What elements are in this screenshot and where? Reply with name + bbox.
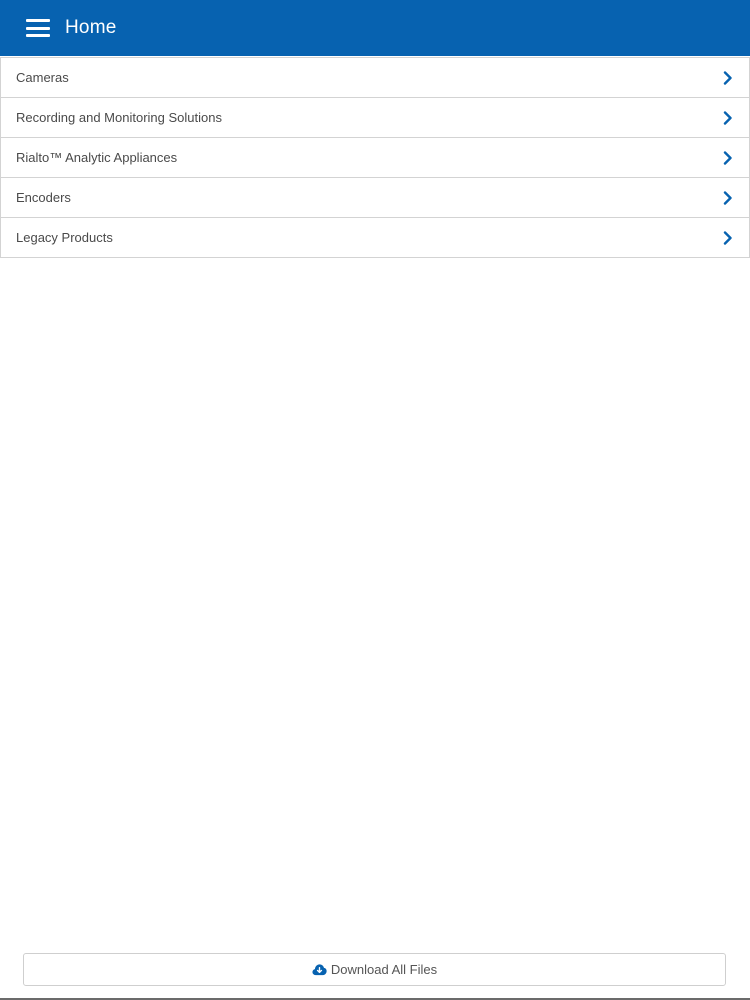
list-item-cameras[interactable]: Cameras (1, 58, 749, 98)
list-item-label: Rialto™ Analytic Appliances (16, 150, 178, 165)
list-item-label: Legacy Products (16, 230, 113, 245)
cloud-download-icon (312, 964, 327, 976)
chevron-right-icon (723, 230, 732, 245)
list-item-label: Recording and Monitoring Solutions (16, 110, 222, 125)
hamburger-menu-icon[interactable] (26, 19, 50, 37)
list-item-rialto-analytic-appliances[interactable]: Rialto™ Analytic Appliances (1, 138, 749, 178)
download-all-files-label: Download All Files (330, 962, 438, 977)
top-app-bar: Home (0, 0, 750, 56)
download-all-files-button[interactable]: Download All Files (23, 953, 726, 986)
list-item-label: Encoders (16, 190, 71, 205)
list-item-label: Cameras (16, 70, 69, 85)
chevron-right-icon (723, 150, 732, 165)
menu-icon-line (26, 19, 50, 22)
chevron-right-icon (723, 190, 732, 205)
chevron-right-icon (723, 70, 732, 85)
app-screen: Home Cameras Recording and Monitoring So… (0, 0, 750, 1000)
menu-icon-line (26, 26, 50, 30)
list-item-encoders[interactable]: Encoders (1, 178, 749, 218)
product-category-list: Cameras Recording and Monitoring Solutio… (0, 57, 750, 258)
list-item-recording-monitoring[interactable]: Recording and Monitoring Solutions (1, 98, 749, 138)
list-item-legacy-products[interactable]: Legacy Products (1, 218, 749, 258)
menu-icon-line (26, 34, 50, 37)
page-title: Home (65, 17, 117, 38)
chevron-right-icon (723, 110, 732, 125)
